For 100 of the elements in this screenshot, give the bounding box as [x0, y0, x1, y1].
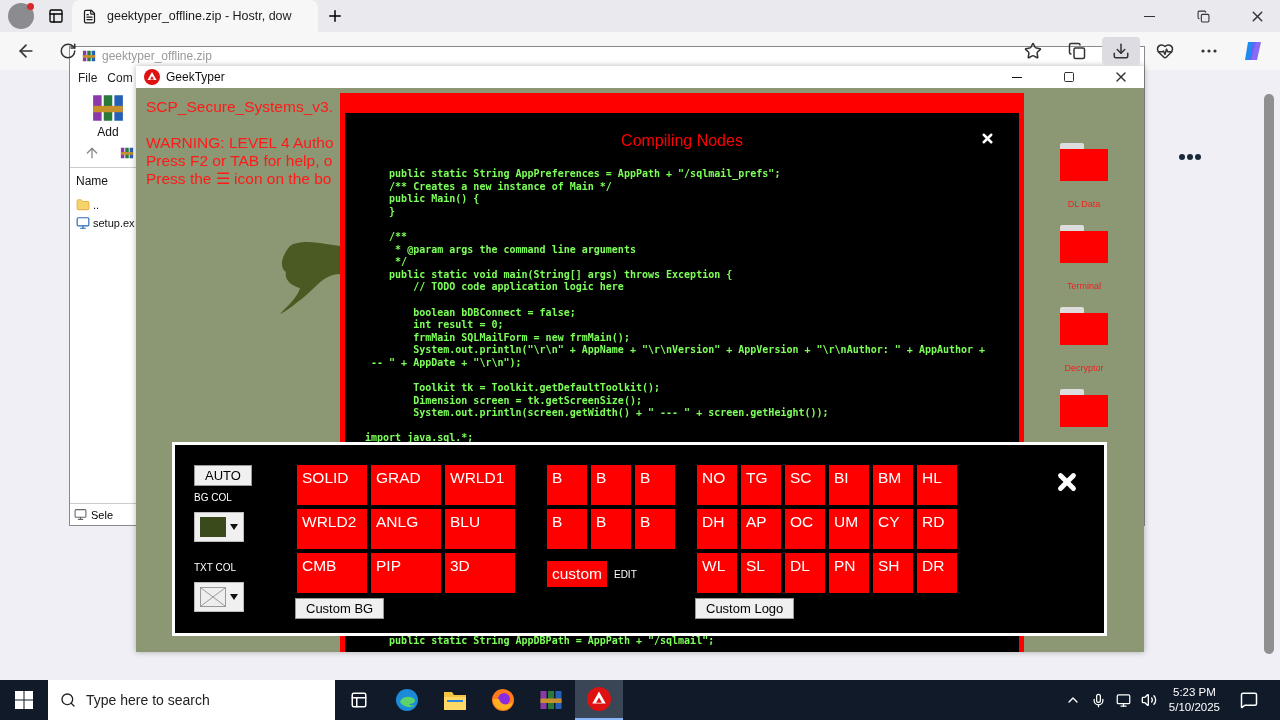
logo-button[interactable]: AP	[741, 509, 781, 549]
logo-button[interactable]: UM	[829, 509, 869, 549]
minimize-icon	[1012, 76, 1022, 78]
style-button[interactable]: ANLG	[371, 509, 441, 549]
custom-button[interactable]: custom	[547, 561, 607, 587]
folder-icon[interactable]	[1060, 389, 1108, 427]
up-icon[interactable]	[84, 145, 100, 161]
folder-icon[interactable]	[1060, 307, 1108, 345]
add-button[interactable]: Add	[88, 91, 128, 139]
browser-tab[interactable]: geektyper_offline.zip - Hostr, dow	[72, 0, 318, 32]
more-icon[interactable]	[1179, 154, 1201, 160]
style-button[interactable]: CMB	[297, 553, 367, 593]
taskbar-app[interactable]	[575, 680, 623, 720]
logo-button[interactable]: CY	[873, 509, 913, 549]
search-box[interactable]: Type here to search	[48, 680, 335, 720]
logo-button[interactable]: HL	[917, 465, 957, 505]
archive-icon	[539, 688, 563, 712]
caret-icon	[230, 593, 238, 601]
download-icon	[1112, 42, 1130, 60]
logo-button[interactable]: SH	[873, 553, 913, 593]
windows-logo-icon	[15, 691, 33, 709]
code-line: Toolkit tk = Toolkit.getDefaultToolkit();	[412, 382, 661, 395]
logo-button[interactable]: OC	[785, 509, 825, 549]
style-button[interactable]: 3D	[445, 553, 515, 593]
code-line: // TODO code application logic here	[412, 281, 625, 294]
collections-icon	[1068, 42, 1086, 60]
style-button[interactable]: BLU	[445, 509, 515, 549]
tab-actions-icon[interactable]	[48, 8, 64, 24]
logo-button[interactable]: TG	[741, 465, 781, 505]
app-logo-icon	[587, 687, 611, 711]
auto-button[interactable]: AUTO	[194, 465, 252, 486]
archive-icon	[82, 49, 96, 63]
code-line: import java.sql.*;	[365, 432, 475, 446]
edit-link[interactable]: EDIT	[613, 568, 637, 580]
scrollbar[interactable]	[1264, 94, 1274, 654]
logo-button[interactable]: DL	[785, 553, 825, 593]
logo-button[interactable]: NO	[697, 465, 737, 505]
clock-time: 5:23 PM	[1173, 685, 1216, 700]
b-button[interactable]: B	[591, 465, 631, 505]
b-button[interactable]: B	[547, 509, 587, 549]
logo-button[interactable]: SC	[785, 465, 825, 505]
folder-icon[interactable]	[1060, 225, 1108, 263]
refresh-icon	[59, 42, 77, 60]
info-text: WARNING: LEVEL 4 Autho	[146, 134, 334, 152]
custom-bg-button[interactable]: Custom BG	[295, 598, 385, 619]
file-name[interactable]: setup.ex	[93, 217, 135, 229]
network-icon[interactable]	[1115, 692, 1131, 708]
b-button[interactable]: B	[547, 465, 587, 505]
b-button[interactable]: B	[635, 465, 675, 505]
close-icon[interactable]	[980, 131, 995, 146]
style-button[interactable]: WRLD2	[297, 509, 367, 549]
txt-col-label: TXT COL	[194, 562, 237, 573]
style-button[interactable]: WRLD1	[445, 465, 515, 505]
color-dropdown[interactable]	[194, 512, 244, 542]
logo-button[interactable]: WL	[697, 553, 737, 593]
style-button[interactable]: SOLID	[297, 465, 367, 505]
notifications-icon[interactable]	[1240, 691, 1258, 709]
profile-avatar[interactable]	[8, 3, 34, 29]
file-name[interactable]: ..	[93, 199, 100, 211]
folder-icon[interactable]	[1060, 143, 1108, 181]
style-button[interactable]: GRAD	[371, 465, 441, 505]
new-tab-icon[interactable]	[326, 7, 344, 25]
toolbar-button[interactable]	[1102, 37, 1140, 65]
favorites-icon	[1024, 42, 1042, 60]
bg-col-label: BG COL	[194, 492, 232, 503]
code-line: public Main() {	[388, 193, 481, 206]
code-line: /**	[388, 230, 409, 244]
code-line: frmMain SQLMailForm = new frmMain();	[412, 331, 631, 344]
logo-button[interactable]: BM	[873, 465, 913, 505]
logo-button[interactable]: RD	[917, 509, 957, 549]
code-line: /** Creates a new instance of Main */	[388, 180, 613, 193]
search-field[interactable]: Type here to search	[86, 692, 326, 708]
code-line: Dimension screen = tk.getScreenSize();	[412, 394, 643, 407]
menu-item[interactable]: File	[78, 71, 98, 85]
logo-button[interactable]: SL	[741, 553, 781, 593]
clock[interactable]: 5:23 PM 5/10/2025	[1168, 685, 1220, 715]
code-line: */	[394, 256, 409, 269]
status-text: Sele	[91, 508, 114, 521]
b-button[interactable]: B	[591, 509, 631, 549]
window-title: geektyper_offline.zip	[102, 49, 212, 63]
edge-icon	[395, 688, 419, 712]
color-dropdown[interactable]	[194, 582, 244, 612]
logo-button[interactable]: DH	[697, 509, 737, 549]
system-title: SCP_Secure_Systems_v3.	[146, 98, 333, 116]
firefox-icon	[491, 688, 515, 712]
window-title: GeekTyper	[166, 70, 225, 84]
logo-button[interactable]: BI	[829, 465, 869, 505]
microphone-icon[interactable]	[1090, 692, 1106, 708]
code-line: * @param args the command line arguments	[394, 243, 637, 257]
menu-item[interactable]: Com	[107, 71, 133, 85]
logo-button[interactable]: DR	[917, 553, 957, 593]
volume-icon[interactable]	[1140, 692, 1157, 708]
column-header[interactable]: Name	[76, 174, 108, 188]
style-button[interactable]: PIP	[371, 553, 441, 593]
code-line: public static String AppDBPath = AppPath + "/sqlmail";	[388, 635, 716, 649]
logo-button[interactable]: PN	[829, 553, 869, 593]
custom-logo-button[interactable]: Custom Logo	[695, 598, 795, 619]
minimize-icon	[1143, 15, 1155, 17]
code-line: int result = 0;	[412, 319, 505, 332]
b-button[interactable]: B	[635, 509, 675, 549]
